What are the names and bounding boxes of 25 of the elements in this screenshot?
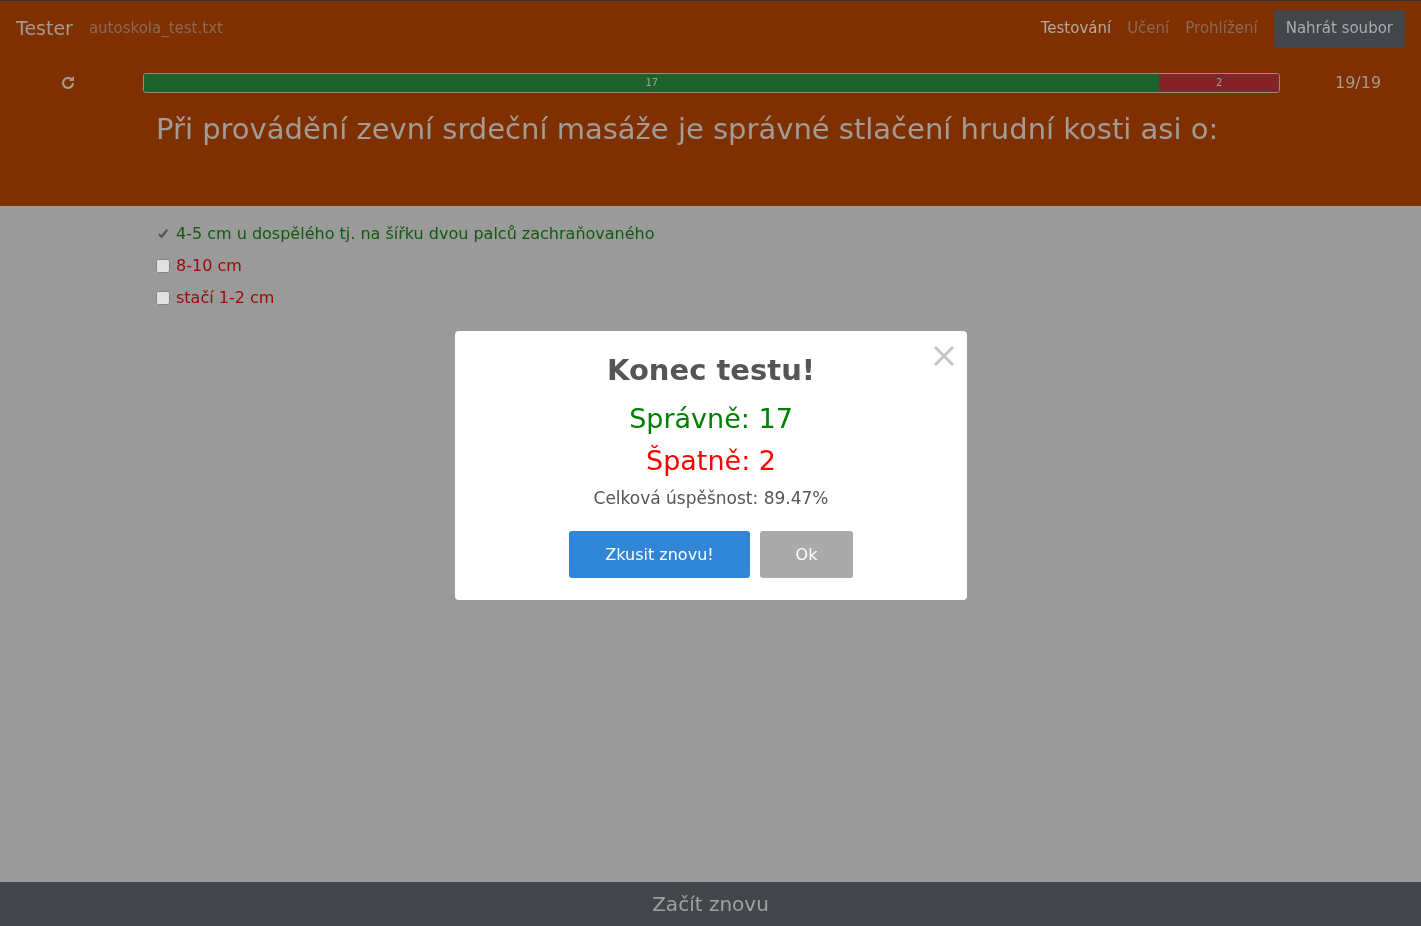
nav-tab[interactable]: Testování [1032, 17, 1120, 40]
answer-text: 4-5 cm u dospělého tj. na šířku dvou palců zachraňovaného [176, 223, 655, 245]
upload-button[interactable]: Nahrát soubor [1273, 9, 1405, 48]
progress-segment: 17 [144, 73, 1160, 92]
restart-button[interactable]: Začít znovu [0, 882, 1421, 926]
answer-checkbox[interactable] [156, 291, 170, 305]
question-text: Při provádění zevní srdeční masáže je správné stlačení hrudní kosti asi o: [156, 111, 1220, 148]
dialog-button[interactable]: Zkusit znovu! [569, 531, 750, 578]
refresh-icon[interactable] [59, 74, 76, 91]
nav-tab[interactable]: Učení [1119, 17, 1178, 40]
success-rate: Celková úspěšnost: 89.47% [593, 486, 829, 510]
dialog-button[interactable]: Ok [760, 531, 853, 578]
close-icon[interactable] [933, 345, 955, 367]
question-counter: 19/19 [1335, 71, 1382, 94]
progress-segment: 2 [1159, 73, 1279, 92]
correct-count: Správně: 17 [629, 401, 793, 436]
app-title: Tester [16, 16, 73, 42]
wrong-count: Špatně: 2 [646, 444, 776, 478]
answer-checkbox[interactable] [156, 227, 170, 241]
file-name: autoskola_test.txt [88, 18, 223, 40]
answer-text: stačí 1-2 cm [176, 287, 275, 309]
dialog-title: Konec testu! [607, 352, 815, 389]
answer-text: 8-10 cm [176, 255, 242, 277]
answer-checkbox[interactable] [156, 259, 170, 273]
nav-tab[interactable]: Prohlížení [1177, 17, 1266, 40]
